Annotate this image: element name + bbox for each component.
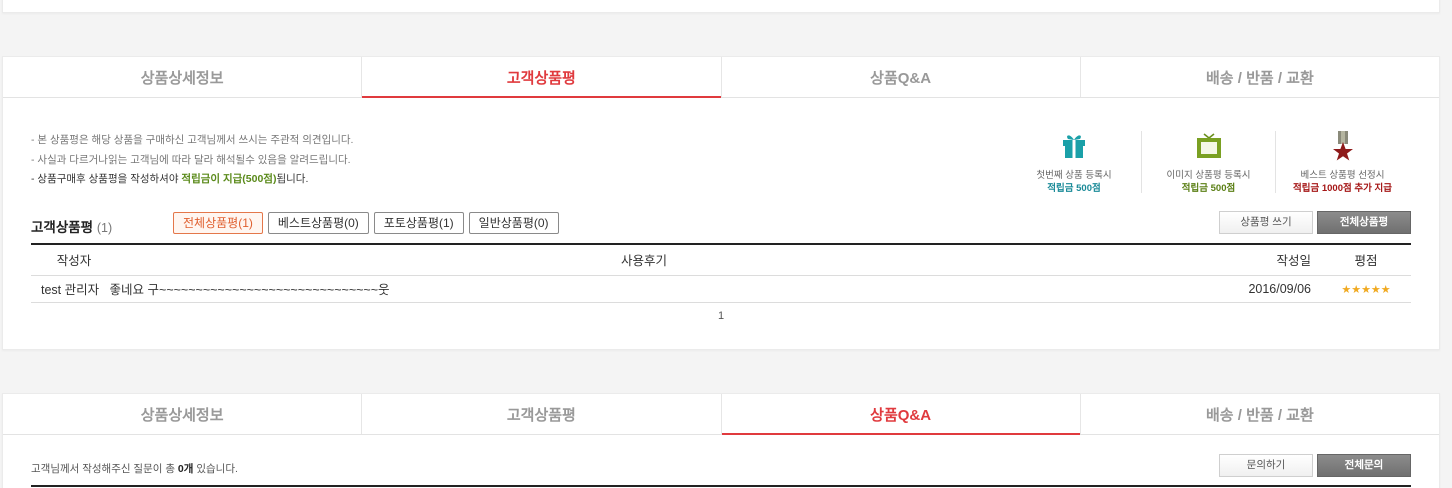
- header-rating: 평점: [1321, 243, 1411, 276]
- table-row[interactable]: test 관리자 좋네요 구~~~~~~~~~~~~~~~~~~~~~~~~~~…: [31, 275, 1411, 303]
- notice-line-3: - 상품구매후 상품평을 작성하셔야 적립금이 지급(500점)됩니다.: [31, 170, 353, 190]
- review-count: (1): [96, 221, 113, 235]
- filter-all-reviews[interactable]: 전체상품평(1): [173, 212, 263, 234]
- perk-first-review: 첫번째 상품 등록시 적립금 500점: [1007, 131, 1141, 194]
- review-cell: test 관리자 좋네요 구~~~~~~~~~~~~~~~~~~~~~~~~~~…: [31, 275, 1171, 303]
- review-table-header: 작성자 사용후기 작성일 평점: [31, 243, 1411, 276]
- qna-divider: [31, 485, 1411, 487]
- perk-best-review: 베스트 상품평 선정시 적립금 1000점 추가 지급: [1275, 131, 1409, 194]
- gift-icon: [1061, 131, 1087, 164]
- review-text[interactable]: 좋네요 구~~~~~~~~~~~~~~~~~~~~~~~~~~~~~~웃: [110, 283, 390, 297]
- notice-line-3-highlight: 적립금이 지급(500점): [181, 173, 277, 185]
- review-date: 2016/09/06: [1171, 275, 1321, 303]
- perk-first-reward: 적립금 500점: [1047, 183, 1101, 194]
- tab-product-qna[interactable]: 상품Q&A: [721, 394, 1081, 435]
- qna-notice: 고객님께서 작성해주신 질문이 총 0개 있습니다.: [31, 461, 238, 476]
- write-review-button[interactable]: 상품평 쓰기: [1219, 211, 1313, 234]
- tab-shipping-returns[interactable]: 배송 / 반품 / 교환: [1081, 394, 1439, 434]
- tab-shipping-returns[interactable]: 배송 / 반품 / 교환: [1081, 57, 1439, 97]
- qna-count: 0개: [177, 463, 194, 475]
- review-list-header: 고객상품평 (1) 전체상품평(1) 베스트상품평(0) 포토상품평(1) 일반…: [31, 211, 1411, 237]
- tab-product-detail[interactable]: 상품상세정보: [3, 394, 363, 434]
- notice-line-2: - 사실과 다르거나읽는 고객님에 따라 달라 해석될수 있음을 알려드립니다.: [31, 153, 351, 166]
- pagination: 1: [3, 310, 1439, 322]
- filter-best-reviews[interactable]: 베스트상품평(0): [267, 212, 369, 234]
- review-section: 상품상세정보 고객상품평 상품Q&A 배송 / 반품 / 교환 - 본 상품평은…: [2, 56, 1440, 350]
- product-tabs-qna: 상품상세정보 고객상품평 상품Q&A 배송 / 반품 / 교환: [3, 394, 1439, 435]
- tab-product-detail[interactable]: 상품상세정보: [3, 57, 363, 97]
- reward-perks: 첫번째 상품 등록시 적립금 500점 이미지 상품평 등록시 적립금 500점: [1007, 131, 1409, 194]
- header-review: 사용후기: [117, 243, 1171, 276]
- perk-first-label: 첫번째 상품 등록시: [1036, 170, 1112, 181]
- all-reviews-button[interactable]: 전체상품평: [1317, 211, 1411, 234]
- review-notice: - 본 상품평은 해당 상품을 구매하신 고객님께서 쓰시는 주관적 의견입니다…: [31, 131, 353, 190]
- header-date: 작성일: [1171, 243, 1321, 276]
- notice-line-3-prefix: - 상품구매후 상품평을 작성하셔야: [31, 173, 182, 185]
- rating-stars-icon: ★★★★★: [1341, 283, 1391, 296]
- page-number[interactable]: 1: [718, 310, 724, 322]
- perk-image-reward: 적립금 500점: [1181, 183, 1236, 194]
- filter-general-reviews[interactable]: 일반상품평(0): [468, 212, 559, 234]
- all-questions-button[interactable]: 전체문의: [1317, 454, 1411, 477]
- review-author: test 관리자: [41, 283, 100, 297]
- review-rating: ★★★★★: [1321, 275, 1411, 303]
- notice-line-1: - 본 상품평은 해당 상품을 구매하신 고객님께서 쓰시는 주관적 의견입니다…: [31, 134, 354, 146]
- picture-frame-icon: [1196, 131, 1222, 164]
- review-filters: 전체상품평(1) 베스트상품평(0) 포토상품평(1) 일반상품평(0): [173, 212, 559, 234]
- ask-question-button[interactable]: 문의하기: [1219, 454, 1313, 477]
- tab-customer-reviews[interactable]: 고객상품평: [362, 57, 722, 98]
- review-table: 작성자 사용후기 작성일 평점 test 관리자 좋네요 구~~~~~~~~~~…: [31, 243, 1411, 303]
- review-list-title: 고객상품평 (1): [31, 216, 112, 236]
- review-actions: 상품평 쓰기 전체상품평: [1219, 211, 1411, 234]
- perk-image-review: 이미지 상품평 등록시 적립금 500점: [1141, 131, 1275, 194]
- perk-best-reward: 적립금 1000점 추가 지급: [1293, 183, 1392, 194]
- filter-photo-reviews[interactable]: 포토상품평(1): [373, 212, 464, 234]
- product-tabs: 상품상세정보 고객상품평 상품Q&A 배송 / 반품 / 교환: [3, 57, 1439, 98]
- tab-product-qna[interactable]: 상품Q&A: [722, 57, 1081, 97]
- qna-notice-prefix: 고객님께서 작성해주신 질문이 총: [31, 463, 178, 475]
- perk-best-label: 베스트 상품평 선정시: [1300, 170, 1385, 181]
- review-list-title-text: 고객상품평: [31, 220, 94, 235]
- perk-image-label: 이미지 상품평 등록시: [1166, 170, 1251, 181]
- notice-line-3-suffix: 됩니다.: [276, 173, 309, 185]
- qna-notice-suffix: 있습니다.: [193, 463, 238, 475]
- tab-customer-reviews[interactable]: 고객상품평: [362, 394, 722, 434]
- qna-actions: 문의하기 전체문의: [1219, 454, 1411, 477]
- medal-star-icon: [1330, 131, 1356, 166]
- previous-section-card: [2, 0, 1440, 13]
- header-author: 작성자: [31, 243, 117, 276]
- qna-section: 상품상세정보 고객상품평 상품Q&A 배송 / 반품 / 교환 고객님께서 작성…: [2, 393, 1440, 488]
